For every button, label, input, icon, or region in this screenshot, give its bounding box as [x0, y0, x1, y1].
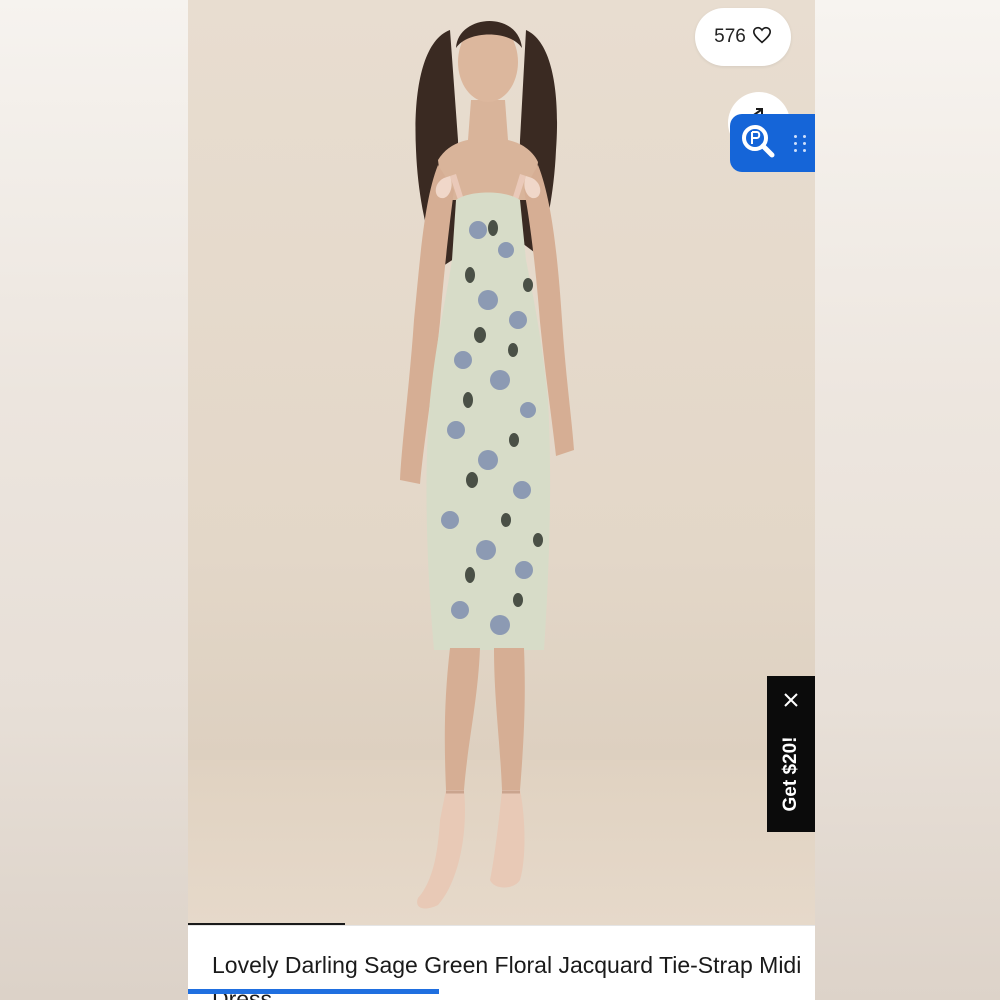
promo-label: Get $20!: [780, 736, 801, 812]
model-illustration: [400, 20, 574, 909]
close-icon[interactable]: [781, 690, 801, 710]
divider: [188, 925, 815, 926]
promo-tab[interactable]: Get $20!: [767, 676, 815, 832]
product-screen: 576 Get $20! Lovely Darling Sage Green F…: [188, 0, 815, 1000]
load-progress-bar: [188, 989, 439, 994]
blurred-background-right: [815, 0, 1000, 1000]
search-widget-icon: [738, 121, 778, 166]
blurred-background-left: [0, 0, 188, 1000]
heart-icon: [752, 26, 772, 49]
visual-search-widget[interactable]: [730, 114, 815, 172]
like-button[interactable]: 576: [695, 8, 791, 66]
like-count: 576: [714, 26, 746, 47]
drag-handle[interactable]: [794, 134, 807, 152]
product-photo[interactable]: 576 Get $20!: [188, 0, 815, 925]
